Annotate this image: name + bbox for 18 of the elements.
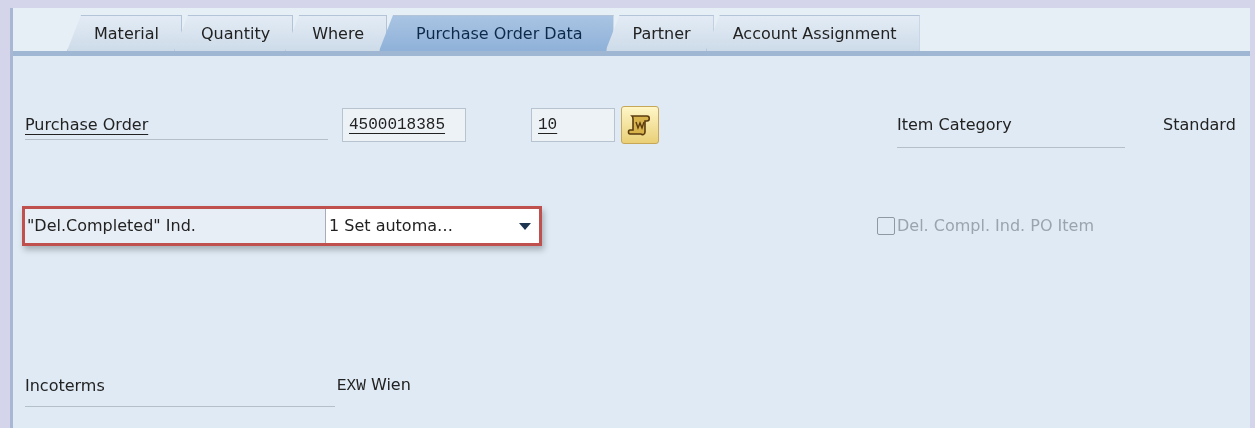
field-value: Standard bbox=[1163, 114, 1236, 136]
dropdown-arrow-icon bbox=[519, 222, 531, 230]
field-label: Incoterms bbox=[25, 372, 335, 407]
field-label: Purchase Order bbox=[25, 110, 328, 140]
item-field[interactable]: 10 bbox=[531, 108, 615, 142]
tab[interactable]: Partner bbox=[605, 15, 714, 51]
tab[interactable]: Quantity bbox=[174, 15, 294, 51]
tab[interactable]: Purchase Order Data bbox=[379, 15, 614, 51]
tab[interactable]: Where bbox=[285, 15, 387, 51]
tab[interactable]: Account Assignment bbox=[705, 15, 920, 51]
dropdown[interactable]: 1 Set automa… bbox=[325, 209, 539, 243]
tab[interactable]: Material bbox=[67, 15, 182, 51]
purchase-order-field[interactable]: 4500018385 bbox=[342, 108, 466, 142]
field-label: Item Category bbox=[897, 110, 1125, 148]
scroll-icon bbox=[627, 113, 653, 137]
field-label: "Del.Completed" Ind. bbox=[26, 215, 197, 237]
field-value: EXW Wien bbox=[337, 374, 411, 397]
scroll-icon-button[interactable] bbox=[621, 106, 659, 144]
